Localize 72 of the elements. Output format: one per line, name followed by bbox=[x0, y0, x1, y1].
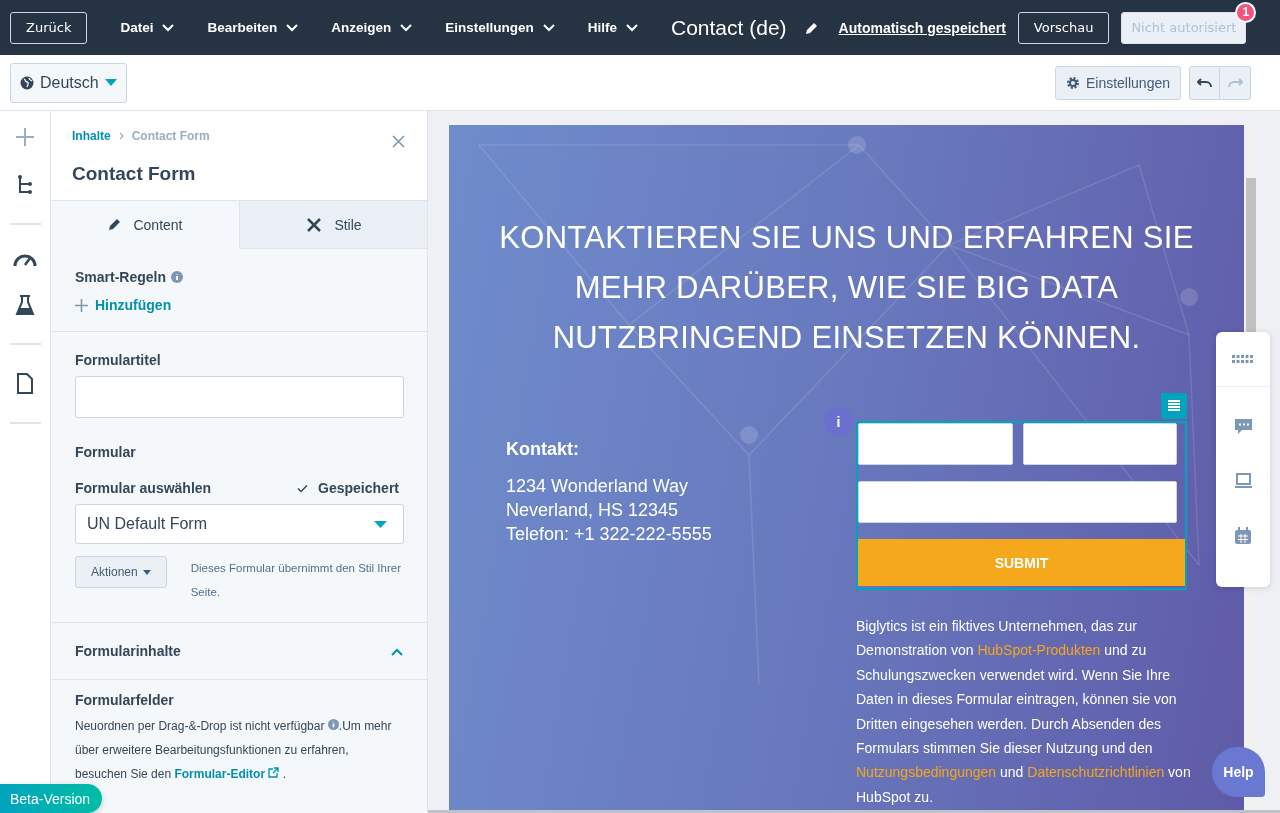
menu-button[interactable]: Hilfe bbox=[587, 20, 638, 35]
field-label: Formular auswählen bbox=[75, 480, 212, 496]
gauge-icon[interactable] bbox=[13, 253, 37, 267]
crossed-tools-icon bbox=[306, 216, 323, 233]
pencil-icon[interactable] bbox=[804, 20, 819, 35]
external-link-icon bbox=[268, 767, 280, 778]
caret-icon bbox=[142, 569, 151, 575]
pencil-icon bbox=[107, 217, 122, 232]
info-icon[interactable] bbox=[171, 271, 184, 283]
back-button[interactable]: Zurück bbox=[10, 11, 88, 44]
actions-button[interactable]: Aktionen bbox=[75, 556, 167, 588]
flask-icon[interactable] bbox=[15, 295, 35, 315]
tree-icon[interactable] bbox=[17, 175, 33, 195]
disclaimer-text: Biglytics ist ein fiktives Unternehmen, das zur Demonstration von HubSpot-Produkten und zu Schulungszwecken verwendet wird. Wenn Sie Ihre Daten in dieses Formular eintragen, können sie von Dritten eingesehen werden. Durch Absenden des Formulars stimmen Sie dieser Nutzung und den Nutzungsbedingungen und Datenschutzrichtlinien von HubSpot zu. bbox=[856, 617, 1191, 807]
section-heading: Formularinhalte bbox=[75, 643, 181, 659]
form-editor-link[interactable]: Formular-Editor bbox=[174, 767, 280, 781]
field-label: Smart-Regeln bbox=[75, 269, 167, 285]
globe-icon bbox=[20, 75, 34, 90]
caret-icon bbox=[104, 79, 117, 86]
calendar-icon[interactable] bbox=[1235, 527, 1251, 544]
preview-button[interactable]: Vorschau bbox=[1017, 11, 1110, 44]
chevron-down-icon bbox=[286, 23, 299, 32]
form-select[interactable]: UN Default Form bbox=[75, 504, 404, 544]
gear-icon bbox=[1065, 75, 1080, 90]
breadcrumb-current: Contact Form bbox=[131, 129, 210, 143]
language-dropdown[interactable]: Deutsch bbox=[10, 62, 127, 103]
add-link[interactable]: Hinzufügen bbox=[75, 297, 172, 313]
menu-button[interactable]: Anzeigen bbox=[331, 20, 413, 35]
info-badge[interactable]: i bbox=[824, 407, 853, 436]
menu-button[interactable]: Bearbeiten bbox=[207, 20, 299, 35]
drag-drop-note: Neuordnen per Drag-&-Drop ist nicht verfügbar .Um mehr über erweitere Bearbeitungsfunktionen zu erfahren, besuchen Sie den Formular-Editor . bbox=[75, 718, 393, 783]
section-heading: Formularfelder bbox=[75, 692, 175, 708]
chevron-down-icon bbox=[626, 23, 638, 32]
chevron-down-icon bbox=[162, 23, 175, 32]
chevron-down-icon bbox=[542, 23, 555, 32]
input-field[interactable] bbox=[1022, 423, 1177, 465]
breadcrumb-link[interactable]: Inhalte bbox=[72, 129, 111, 143]
plus-icon[interactable] bbox=[15, 127, 35, 147]
plus-icon bbox=[75, 298, 88, 312]
notification-badge: 1 bbox=[1235, 1, 1257, 23]
undo-icon bbox=[1196, 76, 1213, 89]
caret-icon bbox=[374, 520, 387, 528]
contact-address: 1234 Wonderland Way Neverland, HS 12345 Telefon: +1 322-222-5555 bbox=[506, 475, 713, 546]
input-field[interactable] bbox=[858, 423, 1013, 465]
autosave-link[interactable]: Automatisch gespeichert bbox=[838, 19, 1006, 36]
panel-title: Contact Form bbox=[72, 163, 197, 185]
page-heading: KONTAKTIEREN SIE UNS UND ERFAHREN SIE MEHR DARÜBER, WIE SIE BIG DATA NUTZBRINGEND EINSETZEN KÖNNEN. bbox=[498, 219, 1195, 357]
redo-icon bbox=[1227, 76, 1243, 89]
section-heading: Formular bbox=[75, 444, 137, 460]
form-module-icon[interactable] bbox=[1161, 393, 1187, 419]
menu-button[interactable]: Datei bbox=[120, 20, 175, 35]
page-icon[interactable] bbox=[17, 373, 33, 394]
info-icon[interactable] bbox=[327, 719, 339, 730]
contact-heading: Kontakt: bbox=[506, 439, 580, 460]
chat-icon[interactable] bbox=[1234, 419, 1252, 435]
laptop-icon[interactable] bbox=[1234, 473, 1252, 489]
form-title-field[interactable] bbox=[75, 376, 404, 418]
style-note: Dieses Formular übernimmt den Stil Ihrer Seite. bbox=[190, 561, 402, 600]
check-icon bbox=[297, 483, 309, 493]
saved-status: Gespeichert bbox=[318, 480, 399, 496]
undo-button[interactable] bbox=[1189, 65, 1220, 100]
panel-tab[interactable]: Stile bbox=[240, 200, 427, 249]
chevron-down-icon bbox=[400, 23, 413, 32]
field-label: Formulartitel bbox=[75, 352, 162, 368]
settings-button[interactable]: Einstellungen bbox=[1054, 65, 1181, 100]
page-title: Contact (de) bbox=[671, 15, 787, 40]
panel-tab[interactable]: Content bbox=[51, 200, 240, 249]
chevron-right-icon bbox=[118, 132, 124, 140]
grid-icon[interactable] bbox=[1232, 355, 1254, 363]
menu-button[interactable]: Einstellungen bbox=[445, 20, 555, 35]
input-field[interactable] bbox=[858, 481, 1177, 523]
close-icon[interactable] bbox=[392, 135, 405, 148]
